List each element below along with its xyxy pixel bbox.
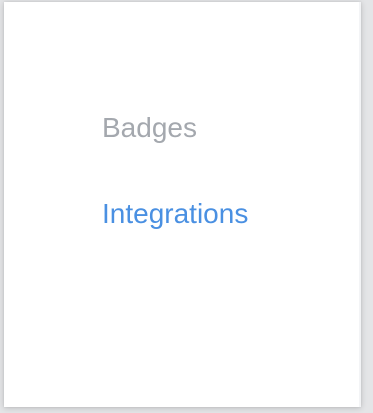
panel-edge bbox=[359, 2, 361, 407]
badges-link[interactable]: Badges bbox=[102, 108, 248, 148]
menu-panel: Badges Integrations bbox=[4, 2, 361, 407]
integrations-link[interactable]: Integrations bbox=[102, 194, 248, 234]
menu-item-integrations: Integrations bbox=[102, 194, 248, 234]
menu-item-badges: Badges bbox=[102, 108, 248, 148]
menu-list: Badges Integrations bbox=[102, 108, 248, 280]
